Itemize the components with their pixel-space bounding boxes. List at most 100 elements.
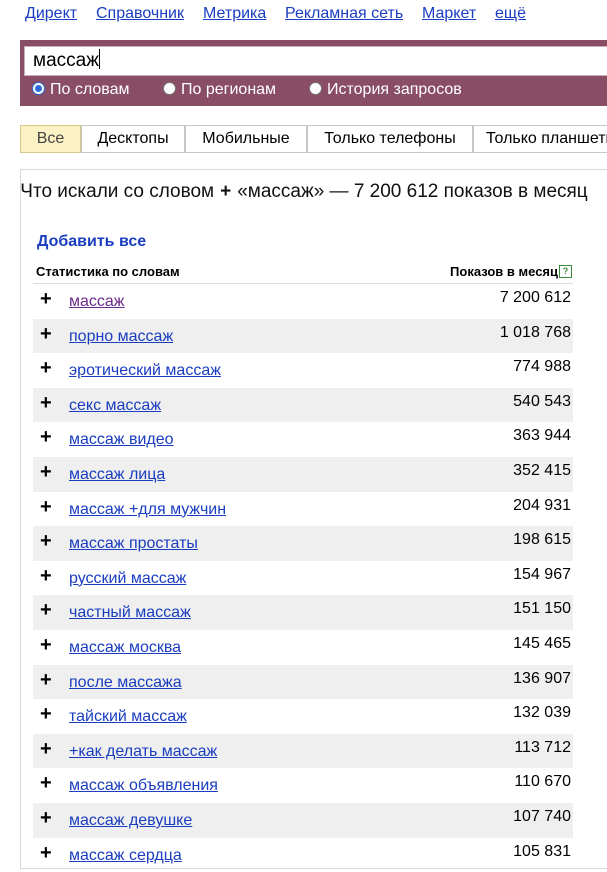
radio-by-regions[interactable]: По регионам bbox=[163, 81, 276, 99]
add-phrase-plus-icon[interactable]: + bbox=[40, 426, 52, 449]
add-phrase-plus-icon[interactable]: + bbox=[40, 634, 52, 657]
table-row: + +как делать массаж 113 712 bbox=[33, 734, 573, 769]
table-row: +массаж сердца105 831 bbox=[33, 838, 573, 872]
add-phrase-plus-icon[interactable]: + bbox=[40, 842, 52, 865]
phrase-link[interactable]: массаж видео bbox=[69, 431, 174, 449]
column-header-impressions-label: Показов в месяц bbox=[450, 264, 558, 279]
table-row: + частный массаж 151 150 bbox=[33, 595, 573, 630]
add-phrase-plus-icon[interactable]: + bbox=[40, 392, 52, 415]
table-row: + массаж объявления 110 670 bbox=[33, 768, 573, 803]
table-row: + русский массаж 154 967 bbox=[33, 561, 573, 596]
phrase-link[interactable]: порно массаж bbox=[69, 328, 173, 346]
tab-all[interactable]: Все bbox=[20, 125, 81, 153]
headline-suffix: «массаж» — 7 200 612 показов в месяц bbox=[237, 181, 587, 202]
table-row: + массаж +для мужчин 204 931 bbox=[33, 492, 573, 527]
add-phrase-plus-icon[interactable]: + bbox=[40, 669, 52, 692]
phrase-link[interactable]: тайский массаж bbox=[69, 708, 187, 726]
impressions-count: 352 415 bbox=[513, 462, 571, 480]
impressions-count: 151 150 bbox=[513, 600, 571, 618]
phrase-link[interactable]: массаж москва bbox=[69, 639, 181, 657]
nav-direct[interactable]: Директ bbox=[25, 5, 77, 23]
tab-desktops[interactable]: Десктопы bbox=[81, 125, 185, 153]
column-header-impressions: Показов в месяц? bbox=[420, 264, 572, 279]
table-row: + массаж простаты 198 615 bbox=[33, 526, 573, 561]
add-phrase-plus-icon[interactable]: + bbox=[40, 530, 52, 553]
nav-ad-network[interactable]: Рекламная сеть bbox=[285, 5, 403, 23]
radio-by-words[interactable]: По словам bbox=[32, 81, 129, 99]
impressions-count: 7 200 612 bbox=[500, 289, 571, 307]
impressions-count: 540 543 bbox=[513, 393, 571, 411]
phrase-link[interactable]: массаж девушке bbox=[69, 812, 192, 830]
tab-mobile[interactable]: Мобильные bbox=[185, 125, 307, 153]
top-navigation: Директ Справочник Метрика Рекламная сеть… bbox=[0, 0, 607, 30]
nav-spravochnik[interactable]: Справочник bbox=[96, 5, 184, 23]
radio-checked-icon bbox=[32, 82, 45, 95]
add-phrase-plus-icon[interactable]: + bbox=[40, 288, 52, 311]
results-headline: Что искали со словом + «массаж» — 7 200 61… bbox=[20, 180, 588, 203]
phrase-link[interactable]: массаж простаты bbox=[69, 535, 198, 553]
impressions-count: 1 018 768 bbox=[500, 324, 571, 342]
add-phrase-plus-icon[interactable]: + bbox=[40, 565, 52, 588]
add-phrase-plus-icon[interactable]: + bbox=[40, 599, 52, 622]
phrase-link[interactable]: частный массаж bbox=[69, 604, 191, 622]
phrase-link[interactable]: секс массаж bbox=[69, 397, 161, 415]
phrase-link[interactable]: после массажа bbox=[69, 674, 182, 692]
search-input-value: массаж bbox=[33, 50, 99, 71]
add-phrase-plus-icon[interactable]: + bbox=[40, 461, 52, 484]
tab-tablets-only[interactable]: Только планшеты bbox=[473, 125, 607, 153]
impressions-count: 110 670 bbox=[514, 773, 571, 791]
radio-label: По словам bbox=[50, 81, 129, 98]
results-table: + массаж 7 200 612 + порно массаж 1 018 768 + э… bbox=[33, 284, 573, 872]
table-row: + секс массаж 540 543 bbox=[33, 388, 573, 423]
search-input[interactable]: массаж bbox=[24, 46, 607, 76]
phrase-link[interactable]: русский массаж bbox=[69, 570, 186, 588]
nav-metrika[interactable]: Метрика bbox=[203, 5, 266, 23]
impressions-count: 204 931 bbox=[513, 497, 571, 515]
add-all-link[interactable]: Добавить все bbox=[37, 233, 146, 251]
text-caret bbox=[99, 49, 100, 69]
impressions-count: 113 712 bbox=[514, 739, 571, 757]
impressions-count: 154 967 bbox=[513, 566, 571, 584]
phrase-link[interactable]: +как делать массаж bbox=[69, 743, 217, 761]
radio-query-history[interactable]: История запросов bbox=[309, 81, 462, 99]
table-row: + после массажа 136 907 bbox=[33, 665, 573, 700]
impressions-count: 774 988 bbox=[513, 358, 571, 376]
add-phrase-plus-icon[interactable]: + bbox=[40, 496, 52, 519]
tab-phones-only[interactable]: Только телефоны bbox=[307, 125, 473, 153]
table-row: + массаж лица 352 415 bbox=[33, 457, 573, 492]
phrase-link[interactable]: массаж сердца bbox=[69, 847, 182, 865]
impressions-count: 132 039 bbox=[513, 704, 571, 722]
phrase-link[interactable]: массаж +для мужчин bbox=[69, 501, 226, 519]
add-phrase-plus-icon[interactable]: + bbox=[40, 703, 52, 726]
phrase-link[interactable]: массаж объявления bbox=[69, 777, 218, 795]
add-phrase-plus-icon[interactable]: + bbox=[40, 807, 52, 830]
add-phrase-plus-icon[interactable]: + bbox=[40, 323, 52, 346]
radio-unchecked-icon bbox=[163, 82, 176, 95]
impressions-count: 107 740 bbox=[513, 808, 571, 826]
radio-label: По регионам bbox=[181, 81, 276, 98]
phrase-link[interactable]: эротический массаж bbox=[69, 362, 221, 380]
headline-plus-icon: + bbox=[220, 181, 231, 202]
phrase-link[interactable]: массаж bbox=[69, 293, 125, 311]
impressions-count: 198 615 bbox=[513, 531, 571, 549]
table-row: + массаж девушке 107 740 bbox=[33, 803, 573, 838]
add-phrase-plus-icon[interactable]: + bbox=[40, 738, 52, 761]
nav-market[interactable]: Маркет bbox=[422, 5, 476, 23]
table-row: + массаж 7 200 612 bbox=[33, 284, 573, 319]
help-icon[interactable]: ? bbox=[559, 265, 572, 278]
table-row: +массаж видео363 944 bbox=[33, 422, 573, 457]
nav-more[interactable]: ещё bbox=[495, 5, 526, 23]
headline-prefix: Что искали со словом bbox=[20, 181, 214, 202]
device-tabs: Все Десктопы Мобильные Только телефоны Т… bbox=[21, 125, 607, 153]
table-row: +массаж москва145 465 bbox=[33, 630, 573, 665]
radio-unchecked-icon bbox=[309, 82, 322, 95]
phrase-link[interactable]: массаж лица bbox=[69, 466, 165, 484]
add-phrase-plus-icon[interactable]: + bbox=[40, 772, 52, 795]
table-row: + тайский массаж 132 039 bbox=[33, 699, 573, 734]
radio-label: История запросов bbox=[327, 81, 462, 98]
table-row: + порно массаж 1 018 768 bbox=[33, 319, 573, 354]
add-phrase-plus-icon[interactable]: + bbox=[40, 357, 52, 380]
impressions-count: 136 907 bbox=[513, 670, 571, 688]
table-row: + эротический массаж 774 988 bbox=[33, 353, 573, 388]
column-header-phrases: Статистика по словам bbox=[36, 264, 180, 279]
